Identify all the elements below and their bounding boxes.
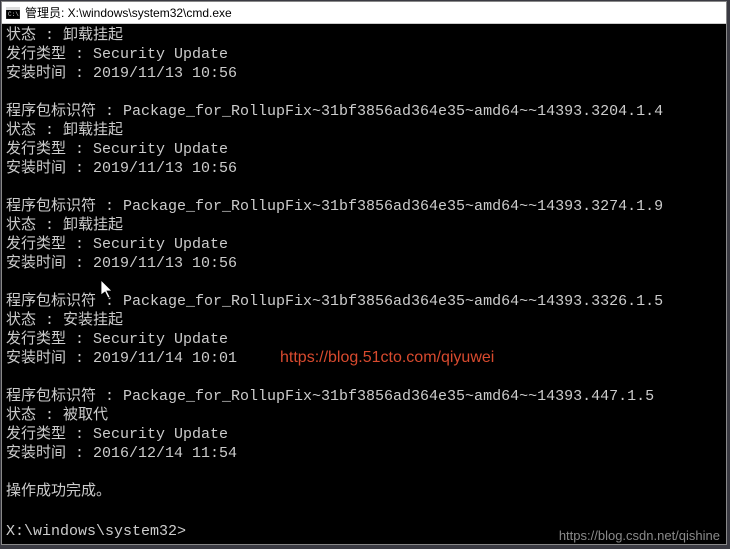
terminal-line	[6, 178, 722, 197]
terminal-line: 状态 : 安装挂起	[6, 311, 722, 330]
terminal-line: 程序包标识符 : Package_for_RollupFix~31bf3856a…	[6, 197, 722, 216]
cmd-window: C:\ 管理员: X:\windows\system32\cmd.exe 状态 …	[1, 1, 727, 545]
terminal-line: 安装时间 : 2019/11/13 10:56	[6, 254, 722, 273]
terminal-line: 状态 : 卸载挂起	[6, 26, 722, 45]
titlebar[interactable]: C:\ 管理员: X:\windows\system32\cmd.exe	[2, 2, 726, 24]
terminal-line: 发行类型 : Security Update	[6, 45, 722, 64]
command-prompt: X:\windows\system32>	[6, 523, 186, 540]
terminal-line: 状态 : 卸载挂起	[6, 121, 722, 140]
terminal-line: 发行类型 : Security Update	[6, 235, 722, 254]
terminal-line	[6, 273, 722, 292]
terminal-line: 发行类型 : Security Update	[6, 330, 722, 349]
cursor	[186, 520, 194, 535]
terminal-line	[6, 368, 722, 387]
terminal-line	[6, 83, 722, 102]
terminal-line: 程序包标识符 : Package_for_RollupFix~31bf3856a…	[6, 292, 722, 311]
terminal-line: 安装时间 : 2019/11/14 10:01	[6, 349, 722, 368]
terminal-line: 发行类型 : Security Update	[6, 140, 722, 159]
terminal-line: 安装时间 : 2016/12/14 11:54	[6, 444, 722, 463]
terminal-line: 安装时间 : 2019/11/13 10:56	[6, 159, 722, 178]
terminal-output[interactable]: 状态 : 卸载挂起发行类型 : Security Update安装时间 : 20…	[2, 24, 726, 543]
terminal-line	[6, 463, 722, 482]
terminal-line: 操作成功完成。	[6, 482, 722, 501]
terminal-line: 安装时间 : 2019/11/13 10:56	[6, 64, 722, 83]
terminal-line: 发行类型 : Security Update	[6, 425, 722, 444]
terminal-line: 状态 : 被取代	[6, 406, 722, 425]
terminal-line: 程序包标识符 : Package_for_RollupFix~31bf3856a…	[6, 102, 722, 121]
svg-text:C:\: C:\	[8, 11, 19, 18]
titlebar-text: 管理员: X:\windows\system32\cmd.exe	[25, 4, 232, 21]
cmd-icon: C:\	[6, 7, 20, 19]
terminal-line	[6, 501, 722, 520]
terminal-line: 程序包标识符 : Package_for_RollupFix~31bf3856a…	[6, 387, 722, 406]
terminal-line: 状态 : 卸载挂起	[6, 216, 722, 235]
